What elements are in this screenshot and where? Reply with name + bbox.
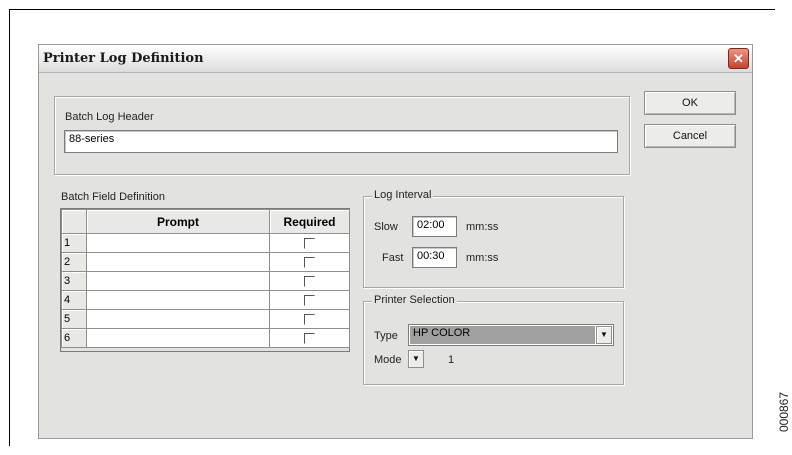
printer-type-select[interactable]: HP COLOR ▼ (408, 324, 614, 346)
ok-button[interactable]: OK (644, 91, 736, 115)
slow-label: Slow (374, 221, 398, 233)
printer-selection-group: Printer Selection Type HP COLOR ▼ Mode ▼… (363, 294, 624, 385)
required-checkbox[interactable] (304, 333, 315, 344)
row-number[interactable]: 6 (61, 328, 87, 348)
table-row: 6 (61, 328, 350, 348)
slow-interval-input[interactable]: 02:00 (412, 216, 457, 237)
grid-corner[interactable] (61, 209, 87, 234)
required-column-header[interactable]: Required (269, 209, 350, 234)
table-row: 2 (61, 252, 350, 272)
chevron-down-icon: ▼ (600, 330, 608, 339)
prompt-cell[interactable] (86, 309, 270, 329)
prompt-cell[interactable] (86, 290, 270, 310)
required-cell (269, 290, 350, 310)
required-checkbox[interactable] (304, 238, 315, 249)
required-cell (269, 309, 350, 329)
fast-interval-input[interactable]: 00:30 (412, 247, 457, 268)
printer-type-value: HP COLOR (410, 326, 595, 344)
required-cell (269, 233, 350, 253)
close-button[interactable]: ✕ (728, 48, 749, 69)
log-interval-group: Log Interval Slow 02:00 mm:ss Fast 00:30… (363, 189, 624, 288)
required-checkbox[interactable] (304, 276, 315, 287)
printer-type-dropdown-button[interactable]: ▼ (596, 326, 612, 344)
prompt-cell[interactable] (86, 271, 270, 291)
required-cell (269, 328, 350, 348)
mode-label: Mode (374, 354, 402, 366)
prompt-cell[interactable] (86, 252, 270, 272)
chevron-down-icon: ▼ (412, 354, 420, 363)
printer-selection-label: Printer Selection (372, 294, 457, 306)
type-label: Type (374, 330, 398, 342)
table-row: 1 (61, 233, 350, 253)
figure-code: 000867 (777, 391, 791, 433)
required-checkbox[interactable] (304, 295, 315, 306)
batch-field-grid: Prompt Required 1 2 3 4 5 6 (60, 208, 350, 352)
row-number[interactable]: 1 (61, 233, 87, 253)
required-cell (269, 271, 350, 291)
prompt-cell[interactable] (86, 233, 270, 253)
fast-label: Fast (382, 252, 404, 264)
mode-value: 1 (448, 354, 455, 366)
close-icon: ✕ (733, 51, 744, 66)
batch-log-header-label: Batch Log Header (65, 111, 154, 123)
prompt-cell[interactable] (86, 328, 270, 348)
prompt-column-header[interactable]: Prompt (86, 209, 270, 234)
fast-unit-label: mm:ss (466, 252, 499, 264)
row-number[interactable]: 3 (61, 271, 87, 291)
mode-dropdown-button[interactable]: ▼ (408, 350, 424, 368)
batch-field-table: Prompt Required 1 2 3 4 5 6 (61, 209, 350, 348)
batch-field-definition-label: Batch Field Definition (61, 191, 165, 203)
table-row: 5 (61, 309, 350, 329)
row-number[interactable]: 4 (61, 290, 87, 310)
row-number[interactable]: 5 (61, 309, 87, 329)
batch-log-header-input[interactable]: 88-series (64, 130, 618, 153)
log-interval-label: Log Interval (372, 189, 434, 201)
slow-unit-label: mm:ss (466, 221, 499, 233)
title-bar[interactable]: Printer Log Definition ✕ (39, 45, 752, 73)
row-number[interactable]: 2 (61, 252, 87, 272)
required-checkbox[interactable] (304, 257, 315, 268)
printer-log-dialog: Printer Log Definition ✕ Batch Log Heade… (38, 44, 753, 439)
dialog-title: Printer Log Definition (43, 51, 204, 66)
required-cell (269, 252, 350, 272)
batch-log-header-group: Batch Log Header 88-series (54, 96, 630, 175)
table-row: 3 (61, 271, 350, 291)
required-checkbox[interactable] (304, 314, 315, 325)
cancel-button[interactable]: Cancel (644, 124, 736, 148)
table-row: 4 (61, 290, 350, 310)
